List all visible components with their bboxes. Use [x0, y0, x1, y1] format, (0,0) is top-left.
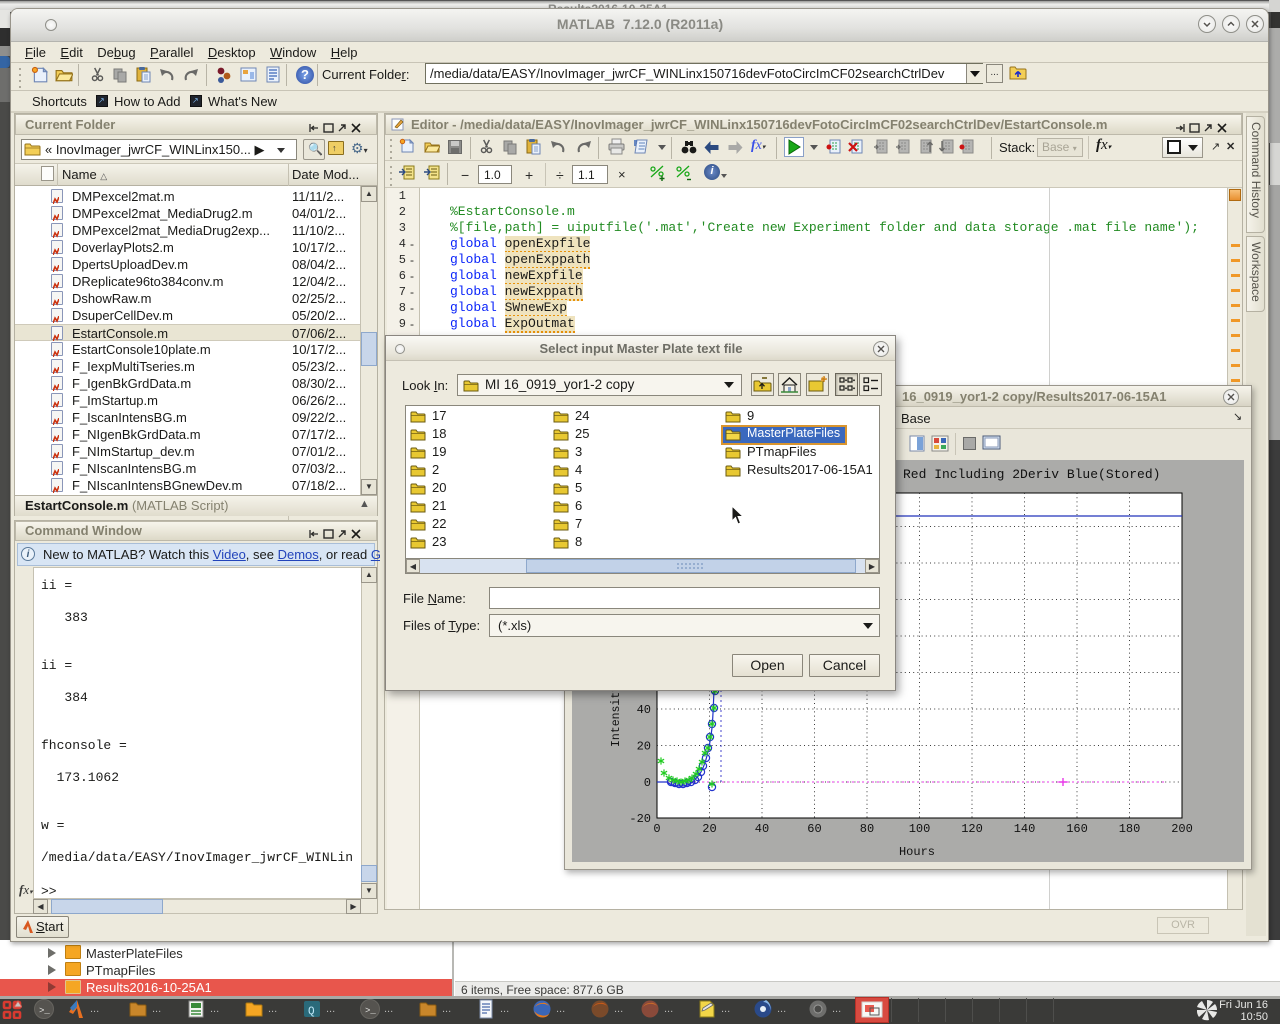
svg-text:40: 40 — [755, 822, 769, 836]
svg-text:100: 100 — [909, 822, 931, 836]
svg-text:20: 20 — [702, 822, 716, 836]
svg-text:20: 20 — [637, 740, 651, 754]
svg-text:60: 60 — [807, 822, 821, 836]
svg-text:Hours: Hours — [899, 845, 935, 859]
svg-text:Q: Q — [308, 1006, 315, 1018]
svg-text:0: 0 — [653, 822, 660, 836]
svg-text:Intensity: Intensity — [610, 685, 623, 747]
svg-text:>_: >_ — [365, 1006, 376, 1016]
svg-text:0: 0 — [644, 776, 651, 790]
svg-text:160: 160 — [1066, 822, 1088, 836]
svg-text:180: 180 — [1119, 822, 1141, 836]
svg-text:40: 40 — [637, 703, 651, 717]
svg-text:Red Including 2Deriv Blue(Stor: Red Including 2Deriv Blue(Stored) — [903, 467, 1160, 482]
svg-text:>_: >_ — [39, 1006, 50, 1016]
svg-text:140: 140 — [1014, 822, 1036, 836]
svg-text:80: 80 — [860, 822, 874, 836]
svg-text:120: 120 — [961, 822, 983, 836]
svg-text:200: 200 — [1171, 822, 1193, 836]
svg-text:-20: -20 — [629, 812, 651, 826]
